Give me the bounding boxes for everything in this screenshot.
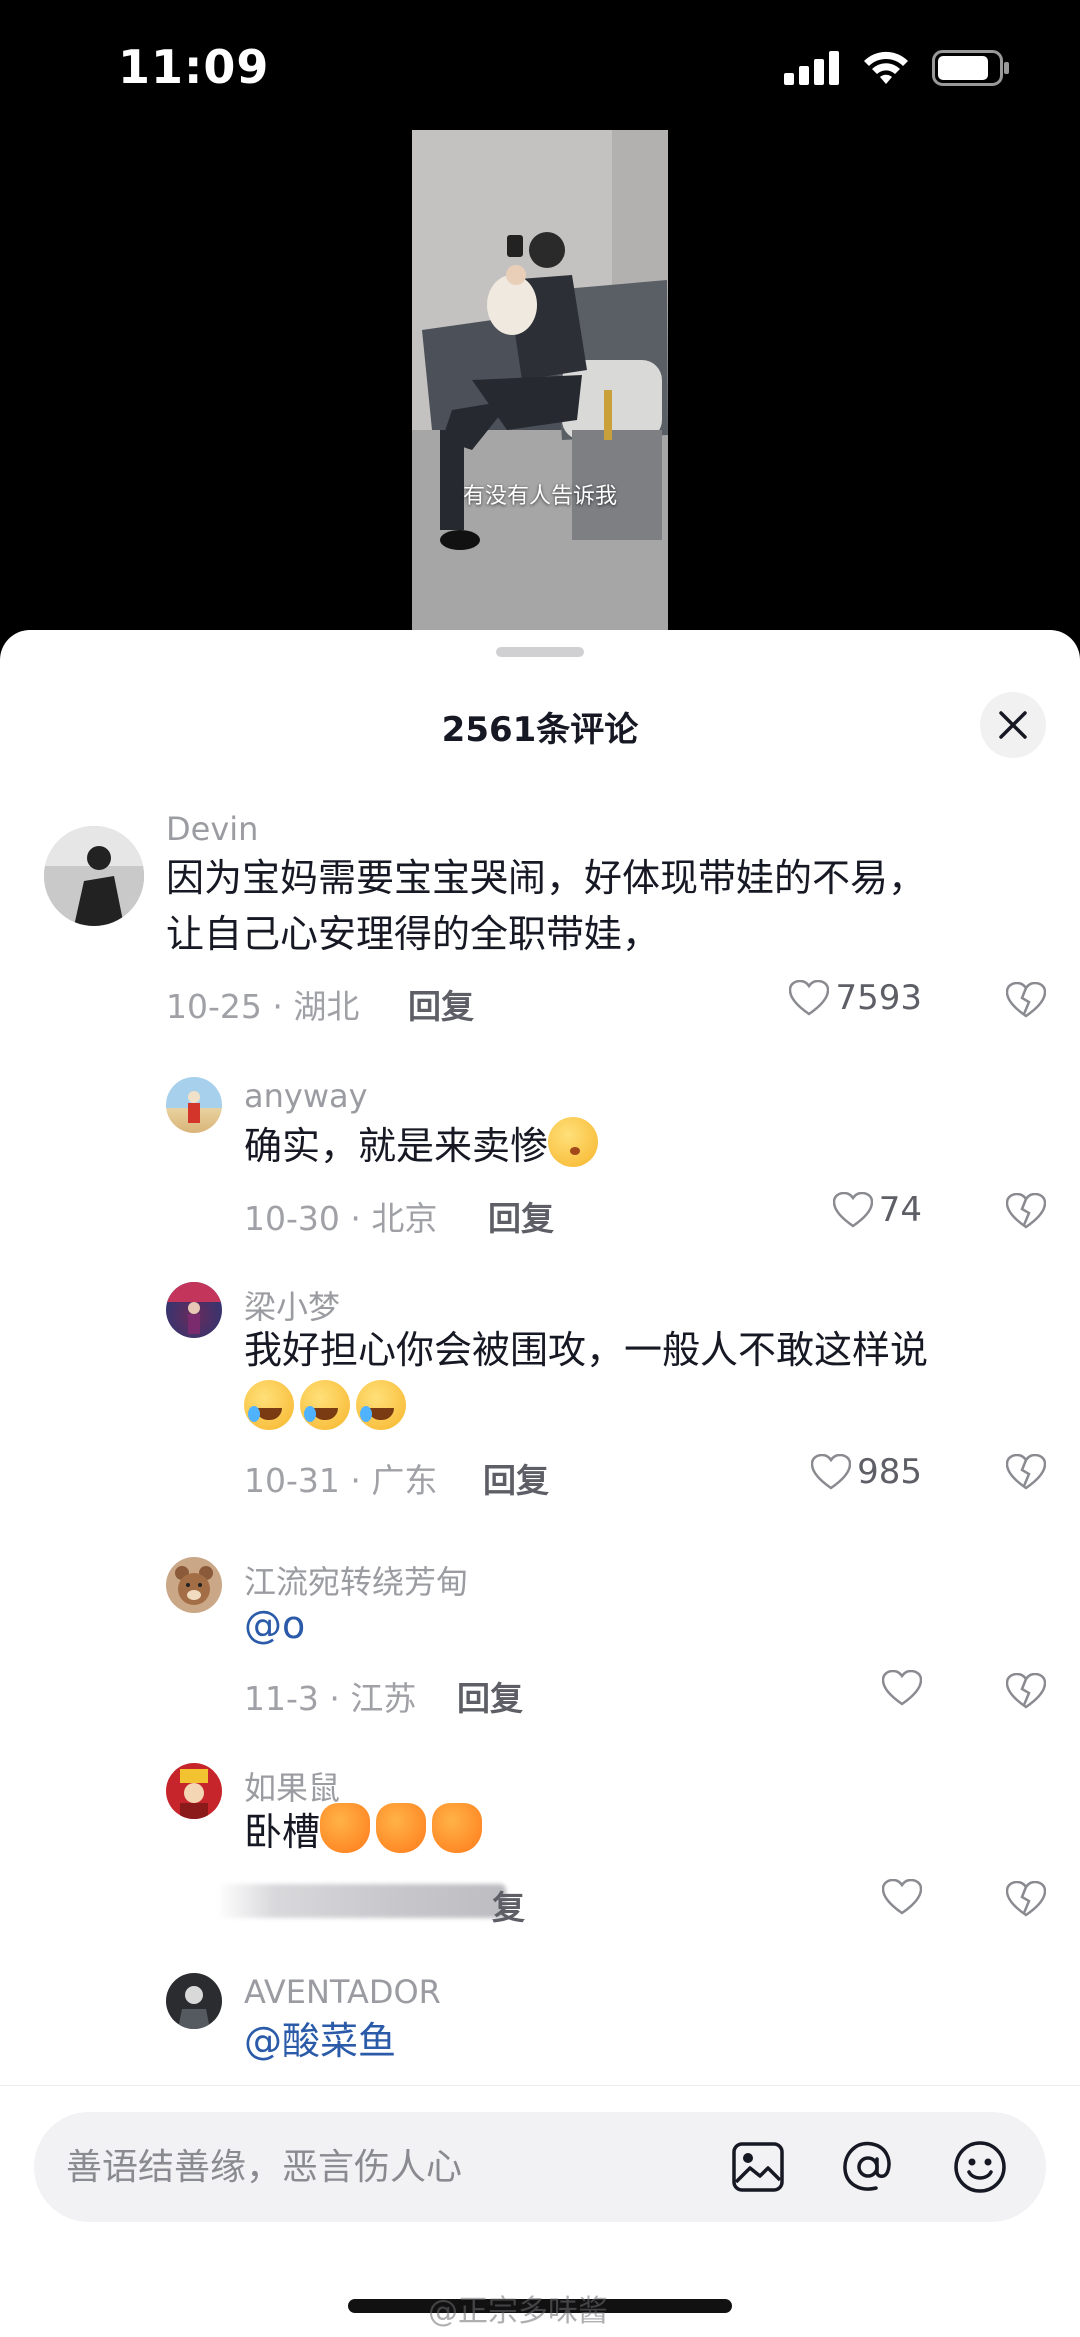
- laugh-cry-emoji-icon: [356, 1380, 406, 1430]
- video-player[interactable]: 有没有人告诉我: [412, 130, 668, 630]
- video-caption: 有没有人告诉我: [462, 484, 617, 509]
- like-button[interactable]: [882, 1670, 922, 1706]
- avatar-figure-icon: [166, 1282, 222, 1334]
- comment-date-location: 10-25 · 湖北: [166, 987, 360, 1026]
- dislike-button[interactable]: [1005, 981, 1047, 1022]
- broken-heart-icon: [1005, 981, 1047, 1018]
- close-button[interactable]: [980, 692, 1046, 758]
- heart-icon: [882, 1670, 922, 1706]
- comment-text-content: 卧槽: [244, 1810, 321, 1854]
- battery-icon: [932, 50, 1009, 86]
- broken-heart-icon: [1005, 1192, 1047, 1229]
- comment-date-location: 10-31 · 广东: [244, 1461, 438, 1500]
- avatar-figure-icon: [188, 1091, 200, 1123]
- status-bar: 11:09: [0, 0, 1080, 130]
- like-button[interactable]: 74: [832, 1190, 922, 1230]
- like-count: 985: [857, 1452, 922, 1492]
- comment-emoji-line: [244, 1380, 412, 1437]
- wifi-icon: [864, 51, 908, 84]
- at-icon: [843, 2141, 891, 2191]
- comment-input-container[interactable]: [34, 2112, 1046, 2222]
- avatar[interactable]: [166, 1973, 222, 2029]
- comment-item: Devin 因为宝妈需要宝宝哭闹，好体现带娃的不易， 让自己心安理得的全职带娃，…: [0, 810, 1080, 1026]
- like-button[interactable]: 985: [811, 1452, 922, 1492]
- avatar-figure-icon: [180, 1769, 208, 1819]
- reply-button[interactable]: 复: [492, 1881, 525, 1929]
- thumbs-up-emoji-icon: [432, 1803, 483, 1853]
- status-icons: [784, 50, 1010, 86]
- avatar-figure-icon: [178, 1986, 210, 2029]
- comment-username[interactable]: Devin: [166, 810, 258, 848]
- avatar[interactable]: [44, 826, 144, 926]
- laugh-cry-emoji-icon: [244, 1380, 294, 1430]
- watermark: @正宗多味酱: [428, 2294, 608, 2329]
- reply-button[interactable]: 回复: [408, 980, 474, 1028]
- comment-count-title: 2561条评论: [441, 710, 639, 750]
- heart-icon: [832, 1192, 873, 1228]
- dislike-button[interactable]: [1005, 1453, 1047, 1494]
- dislike-button[interactable]: [1005, 1880, 1047, 1921]
- like-count: 7593: [835, 978, 922, 1018]
- like-button[interactable]: 7593: [789, 978, 922, 1018]
- broken-heart-icon: [1005, 1880, 1047, 1917]
- comment-text-content: 确实，就是来卖惨: [244, 1124, 549, 1168]
- comment-username[interactable]: AVENTADOR: [244, 1973, 441, 2011]
- like-count: 74: [878, 1190, 922, 1230]
- image-button[interactable]: [730, 2139, 786, 2195]
- avatar[interactable]: [166, 1763, 222, 1819]
- comment-text: 确实，就是来卖惨: [244, 1117, 604, 1174]
- comment-username[interactable]: anyway: [244, 1077, 368, 1115]
- dislike-button[interactable]: [1005, 1192, 1047, 1233]
- comment-item: 江流宛转绕芳甸 @o 11-3 · 江苏 回复: [0, 1557, 1080, 1720]
- avatar[interactable]: [166, 1282, 222, 1338]
- image-icon: [732, 2142, 784, 2192]
- sheet-grabber[interactable]: [496, 647, 584, 657]
- heart-icon: [882, 1879, 922, 1915]
- comment-list[interactable]: Devin 因为宝妈需要宝宝哭闹，好体现带娃的不易， 让自己心安理得的全职带娃，…: [0, 810, 1080, 2085]
- comment-item: 如果鼠 卧槽 复: [0, 1763, 1080, 1933]
- like-button[interactable]: [882, 1879, 922, 1915]
- comment-sheet: 2561条评论 Devin 因为宝妈需要宝宝哭闹，好体现带娃的不易， 让自己心安…: [0, 630, 1080, 2337]
- comment-date-location: 10-30 · 北京: [244, 1199, 438, 1238]
- comment-text: 卧槽: [244, 1803, 488, 1860]
- thumbs-up-emoji-icon: [320, 1803, 371, 1853]
- heart-icon: [789, 980, 830, 1016]
- comment-mention[interactable]: @o: [244, 1597, 305, 1653]
- emoji-button[interactable]: [952, 2139, 1008, 2195]
- heart-icon: [811, 1454, 852, 1490]
- dislike-button[interactable]: [1005, 1672, 1047, 1713]
- comment-item: AVENTADOR @酸菜鱼: [0, 1973, 1080, 2085]
- comment-text: 让自己心安理得的全职带娃，: [166, 912, 661, 956]
- reply-button[interactable]: 回复: [457, 1672, 523, 1720]
- comment-item: anyway 确实，就是来卖惨 10-30 · 北京 回复 74: [0, 1077, 1080, 1240]
- comment-input[interactable]: [66, 2112, 706, 2222]
- comment-text: 因为宝妈需要宝宝哭闹，好体现带娃的不易，: [166, 856, 927, 900]
- avatar-silhouette-icon: [44, 826, 144, 926]
- video-thumbnail: [412, 130, 668, 630]
- redacted-meta: [216, 1884, 506, 1918]
- thumbs-up-emoji-icon: [376, 1803, 427, 1853]
- comment-date-location: 11-3 · 江苏: [244, 1679, 417, 1718]
- signal-icon: [784, 51, 839, 85]
- broken-heart-icon: [1005, 1672, 1047, 1709]
- avatar[interactable]: [166, 1557, 222, 1613]
- reply-button[interactable]: 回复: [488, 1192, 554, 1240]
- emoji-icon: [954, 2141, 1006, 2193]
- kiss-emoji-icon: [548, 1117, 599, 1167]
- avatar[interactable]: [166, 1077, 222, 1133]
- comment-text: 我好担心你会被围攻，一般人不敢这样说: [244, 1328, 929, 1372]
- close-icon: [999, 711, 1027, 739]
- comment-mention[interactable]: @酸菜鱼: [244, 2013, 396, 2069]
- mention-button[interactable]: [840, 2139, 896, 2195]
- avatar-bear-icon: [175, 1566, 213, 1605]
- broken-heart-icon: [1005, 1453, 1047, 1490]
- laugh-cry-emoji-icon: [300, 1380, 350, 1430]
- status-time: 11:09: [118, 40, 270, 94]
- reply-button[interactable]: 回复: [483, 1454, 549, 1502]
- comment-item: 梁小梦 我好担心你会被围攻，一般人不敢这样说 10-31 · 广东 回复 985: [0, 1282, 1080, 1502]
- video-area: 有没有人告诉我: [0, 130, 1080, 650]
